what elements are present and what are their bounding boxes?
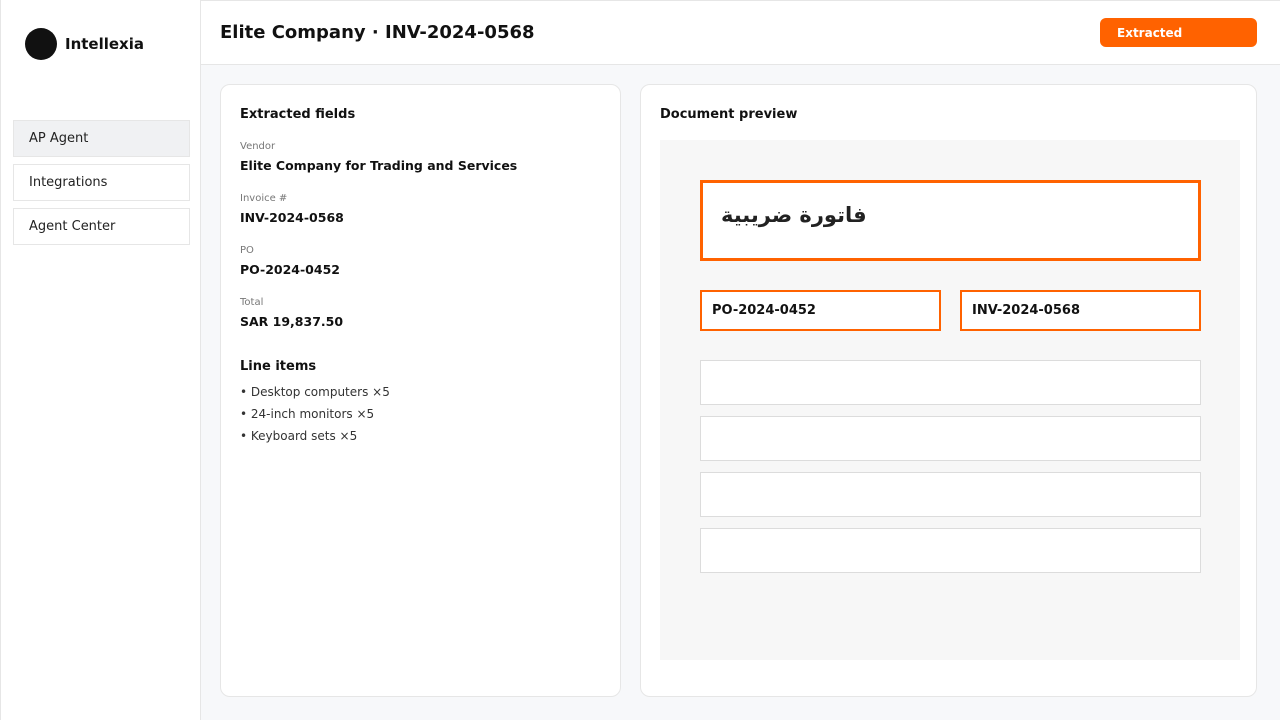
document-preview-panel: Document preview فاتورة ضريبية PO-2024-0… <box>640 84 1257 697</box>
invoice-label: Invoice # <box>240 193 288 204</box>
line-item: • Desktop computers ×5 <box>240 385 390 399</box>
vendor-label: Vendor <box>240 141 276 152</box>
doc-line-row <box>700 528 1201 573</box>
doc-invoice-highlight[interactable]: INV-2024-0568 <box>960 290 1201 331</box>
line-item: • Keyboard sets ×5 <box>240 429 358 443</box>
page-title: Elite Company · INV-2024-0568 <box>220 22 535 43</box>
vendor-value: Elite Company for Trading and Services <box>240 158 518 173</box>
status-badge: Extracted <box>1100 18 1257 47</box>
extracted-fields-title: Extracted fields <box>240 107 356 122</box>
sidebar-item-ap-agent[interactable]: AP Agent <box>13 120 190 157</box>
sidebar-nav: AP Agent Integrations Agent Center <box>13 120 190 252</box>
total-label: Total <box>240 297 264 308</box>
sidebar-item-integrations[interactable]: Integrations <box>13 164 190 201</box>
line-items-title: Line items <box>240 359 317 374</box>
vendor-field: Vendor Elite Company for Trading and Ser… <box>240 141 517 173</box>
total-field: Total SAR 19,837.50 <box>240 297 343 329</box>
doc-title-text: فاتورة ضريبية <box>721 203 867 227</box>
header: Elite Company · INV-2024-0568 Extracted <box>201 0 1280 65</box>
document-preview-title: Document preview <box>660 107 798 122</box>
invoice-value: INV-2024-0568 <box>240 210 344 225</box>
total-value: SAR 19,837.50 <box>240 314 344 329</box>
po-value: PO-2024-0452 <box>240 262 340 277</box>
logo-icon <box>25 28 57 60</box>
doc-line-row <box>700 416 1201 461</box>
doc-po-highlight[interactable]: PO-2024-0452 <box>700 290 941 331</box>
doc-title-highlight[interactable]: فاتورة ضريبية <box>700 180 1201 261</box>
po-label: PO <box>240 245 254 256</box>
invoice-field: Invoice # INV-2024-0568 <box>240 193 344 225</box>
brand-name: Intellexia <box>65 35 144 53</box>
extracted-fields-panel: Extracted fields Vendor Elite Company fo… <box>220 84 621 697</box>
line-items-list: • Desktop computers ×5 • 24-inch monitor… <box>240 385 390 451</box>
po-field: PO PO-2024-0452 <box>240 245 340 277</box>
doc-line-row <box>700 360 1201 405</box>
line-item: • 24-inch monitors ×5 <box>240 407 375 421</box>
brand[interactable]: Intellexia <box>25 28 144 60</box>
doc-line-row <box>700 472 1201 517</box>
sidebar-item-agent-center[interactable]: Agent Center <box>13 208 190 245</box>
document-canvas[interactable]: فاتورة ضريبية PO-2024-0452 INV-2024-0568 <box>660 140 1240 660</box>
sidebar: Intellexia AP Agent Integrations Agent C… <box>0 0 201 720</box>
